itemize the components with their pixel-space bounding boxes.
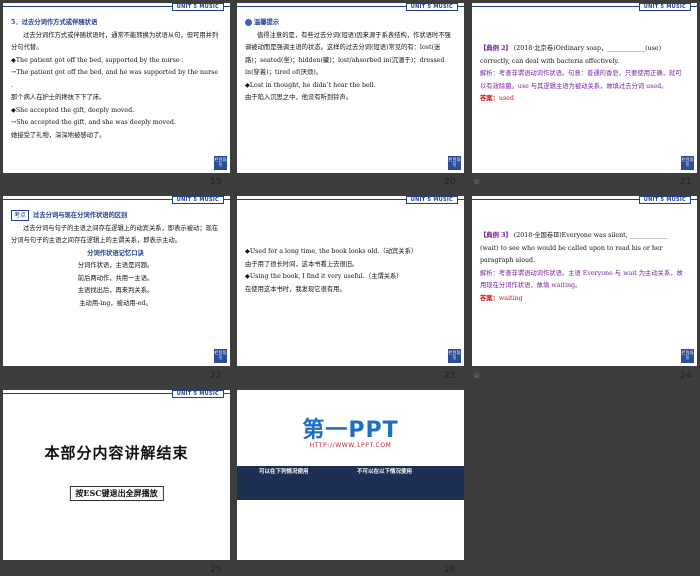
example-line: 她接受了礼物，深深地被感动了。 [11,131,106,139]
page-number: 24 [680,371,692,381]
lightbulb-icon [245,19,252,26]
slide-thumbnail-25[interactable]: UNIT 5 MUSIC 本部分内容讲解结束 按ESC键退出全屏播放 [3,390,230,560]
nav-corner-button[interactable]: 栏目导引 [448,349,461,363]
paragraph: 值得注意的是，有些过去分词(短语)因来源于系表结构，作状语时不强调被动而是强调主… [245,31,451,77]
slide-thumbnail-20[interactable]: UNIT 5 MUSIC 温馨提示 值得注意的是，有些过去分词(短语)因来源于系… [237,3,464,173]
answer-label: 答案： [480,95,499,102]
slide-thumbnail-23[interactable]: UNIT 5 MUSIC ◆Used for a long time, the … [237,196,464,366]
example-line: ◆Using the book, I find it very useful.（… [245,273,403,280]
slide-thumbnail-24[interactable]: UNIT 5 MUSIC 【典例 3】 (2018·全国卷Ⅲ)Everyone … [472,196,697,366]
example-line: ◆She accepted the gift, deeply moved. [11,106,135,114]
unit-tag: UNIT 5 MUSIC [171,196,224,204]
example-line: ◆The patient got off the bed, supported … [11,56,184,64]
nav-corner-button[interactable]: 栏目导引 [214,156,227,170]
slide-thumbnail-26[interactable]: 第一PPT HTTP://WWW.1PPT.COM 可以在下列情况使用 不可以在… [237,390,464,560]
unit-tag: UNIT 5 MUSIC [405,196,458,204]
nav-corner-button[interactable]: 栏目导引 [681,156,694,170]
unit-tag: UNIT 5 MUSIC [638,196,691,204]
brand-url[interactable]: HTTP://WWW.1PPT.COM [237,442,464,449]
example-line: ◆Lost in thought, he didn’t hear the bel… [245,81,376,89]
section-heading: 过去分词与现在分词作状语的区别 [33,212,128,219]
page-number: 26 [444,565,456,575]
example-label: 【典例 2】 [480,45,512,52]
nav-corner-button[interactable]: 栏目导引 [214,349,227,363]
analysis-text: 解析：考查非谓语动词作状语。主语 Everyone 与 wait 为主动关系，故… [480,269,683,290]
not-allowed-heading: 不可以在以下情况使用 [357,469,413,475]
unit-tag: UNIT 5 MUSIC [171,3,224,11]
answer-label: 答案： [480,294,499,302]
page-number: 25 [210,565,222,575]
analysis-text: 解析：考查非谓语动词作状语。句意：普通的香皂，只要使用正确，就可以有效除菌。us… [480,70,682,90]
example-label: 【典例 3】 [480,232,512,239]
example-line: →The patient got off the bed, and he was… [11,69,219,89]
example-line: 由于用了很长时间，这本书看上去很旧。 [245,260,359,268]
unit-tag: UNIT 5 MUSIC [405,3,458,11]
nav-corner-button[interactable]: 栏目导引 [448,156,461,170]
brand-logo: 第一PPT [302,418,399,443]
end-title: 本部分内容讲解结束 [44,444,189,462]
mnemonic-title: 分词作状语记忆口诀 [87,249,144,257]
example-line: 由于陷入沉思之中，他没有听到铃声。 [245,94,353,101]
section-heading: 5．过去分词作方式或伴随状语 [11,19,98,26]
example-line: ◆Used for a long time, the book looks ol… [245,248,418,255]
page-number: 21 [680,177,692,187]
slide-thumbnail-21[interactable]: UNIT 5 MUSIC 【典例 2】 (2018·北京卷)Ordinary s… [472,3,697,173]
answer-value: waiting [498,294,523,302]
mnemonic-line: 前后两动作，共用一主语。 [77,274,154,282]
slide-thumbnail-19[interactable]: UNIT 5 MUSIC 5．过去分词作方式或伴随状语 过去分词作方式或伴随状语… [3,3,230,173]
paragraph: 过去分词与句子的主语之间存在逻辑上的动宾关系，即表示被动；现在分词与句子的主语之… [11,224,219,245]
mnemonic-line: 主动用-ing，被动用-ed。 [79,299,152,307]
slide-thumbnail-22[interactable]: UNIT 5 MUSIC 考点 过去分词与现在分词作状语的区别 过去分词与句子的主… [3,196,230,366]
mnemonic-line: 主语找出后，再来判关系。 [77,287,154,294]
page-number: 22 [210,371,222,381]
page-number: 19 [210,177,222,187]
paragraph: 过去分词作方式或伴随状语时，通常不能转换为状语从句，但可用并列分句代替。 [11,31,219,52]
allowed-heading: 可以在下列情况使用 [259,469,309,475]
exit-fullscreen-button[interactable]: 按ESC键退出全屏播放 [69,486,164,501]
page-number: 23 [444,371,456,381]
key-point-tag: 考点 [11,210,30,221]
info-band: 可以在下列情况使用 不可以在以下情况使用 [237,466,464,500]
tip-heading: 温馨提示 [254,19,280,26]
page-number: 20 [444,177,456,187]
star-icon[interactable]: ☆ [473,371,480,380]
example-line: 那个病人在护士的搀扶下下了床。 [11,94,106,101]
mnemonic-line: 分词作状语，主语是问题。 [77,262,154,269]
example-line: →She accepted the gift, and she was deep… [11,119,176,126]
example-line: 在使用这本书时，我发现它很有用。 [245,285,346,293]
unit-tag: UNIT 5 MUSIC [638,3,691,11]
unit-tag: UNIT 5 MUSIC [171,390,224,398]
star-icon[interactable]: ☆ [473,177,480,186]
nav-corner-button[interactable]: 栏目导引 [681,349,694,363]
answer-value: used [498,95,514,102]
